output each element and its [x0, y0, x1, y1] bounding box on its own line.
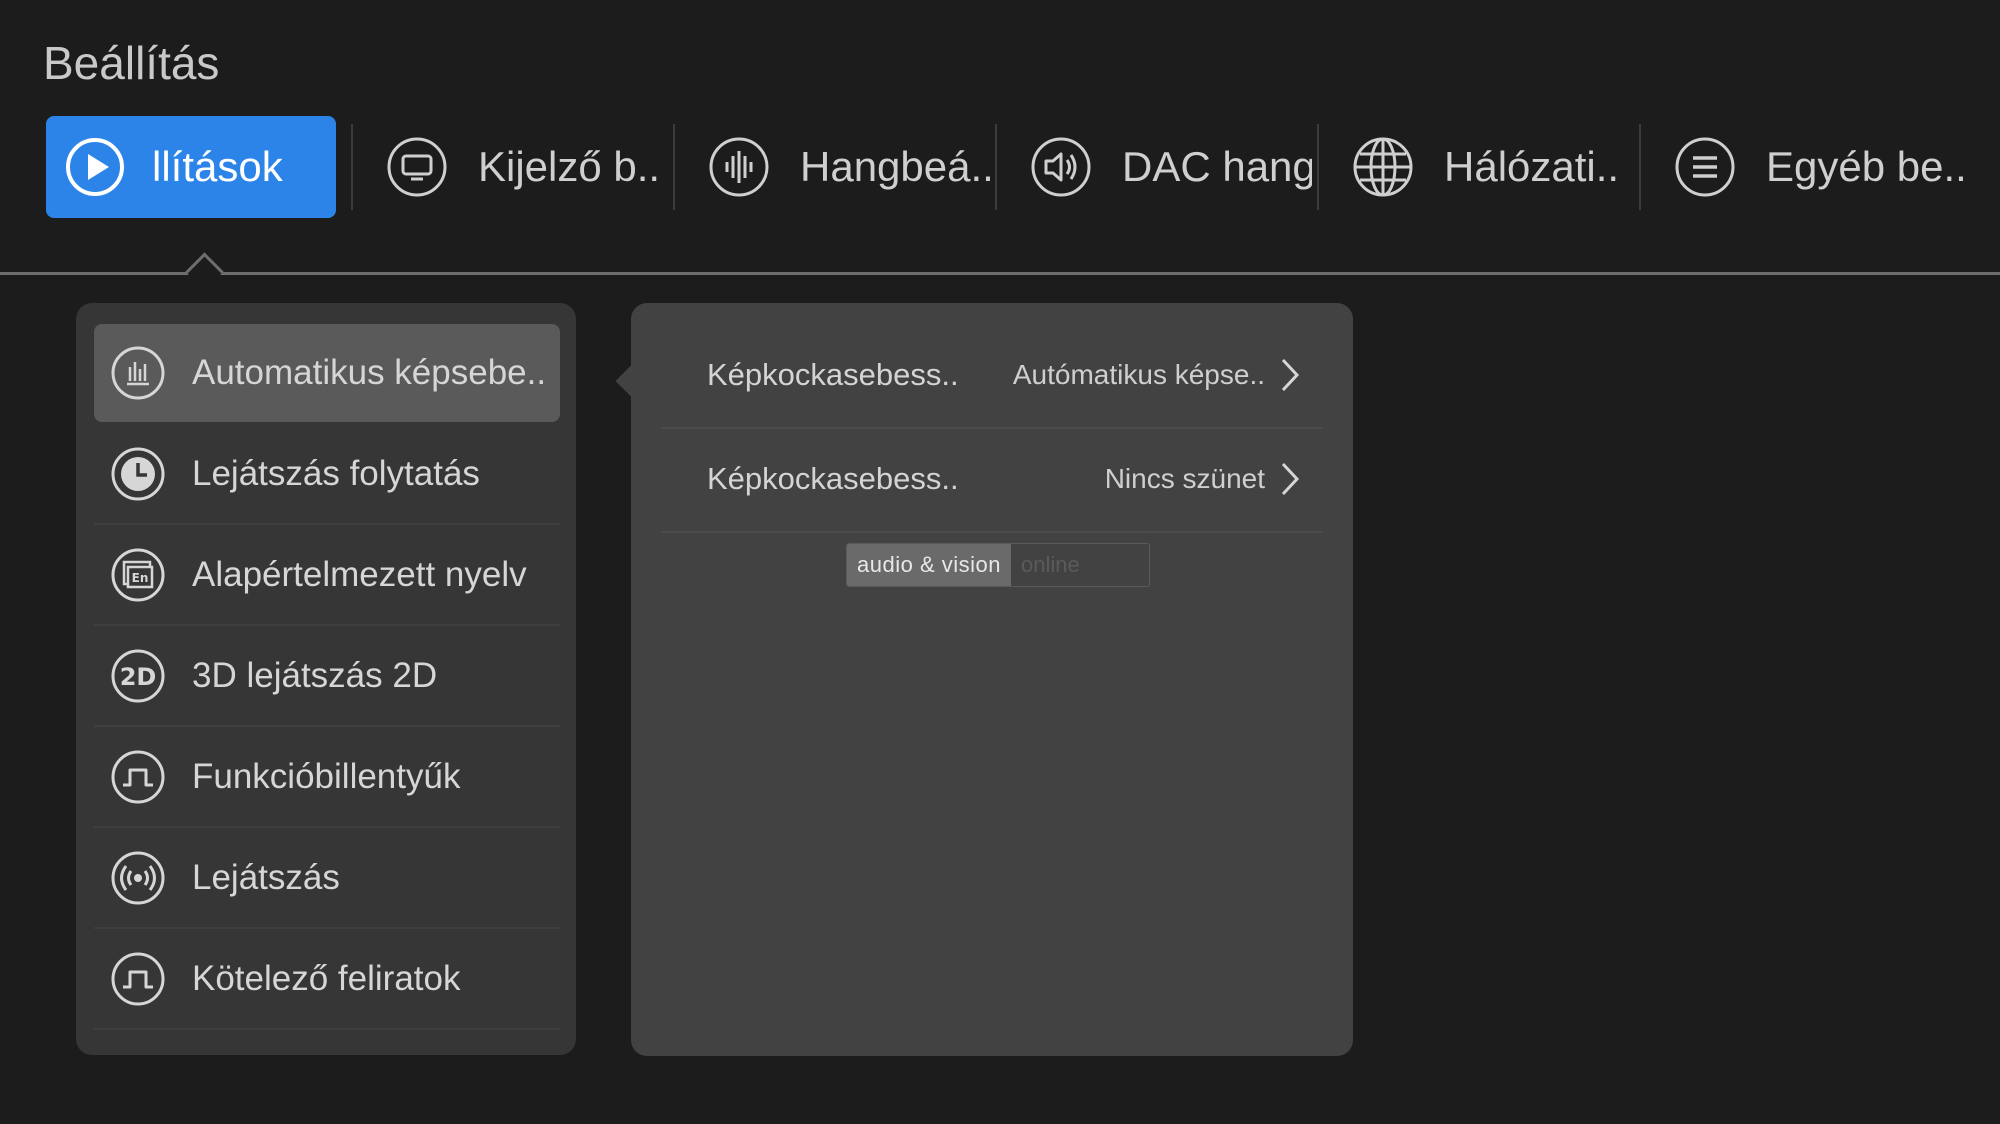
menu-item-label: Lejátszás	[192, 858, 340, 897]
play-circle-icon	[66, 138, 124, 196]
chevron-right-icon	[1281, 358, 1300, 392]
detail-row-label: Képkockasebess..	[707, 357, 959, 392]
detail-row-framerate[interactable]: Képkockasebess.. Autómatikus képse..	[661, 323, 1323, 429]
menu-item-function-keys[interactable]: Funkcióbillentyűk	[94, 728, 560, 828]
watermark-text-secondary: online	[1020, 552, 1080, 577]
watermark-logo: audio & vision online	[846, 543, 1150, 587]
monitor-icon	[387, 137, 447, 197]
watermark-text-primary: audio & vision	[847, 544, 1011, 586]
menu-item-resume-playback[interactable]: Lejátszás folytatás	[94, 425, 560, 525]
2d-icon: 2D	[111, 649, 165, 703]
tab-label: llítások	[152, 143, 283, 190]
language-en-icon: En	[111, 548, 165, 602]
menu-item-label: Lejátszás folytatás	[192, 454, 480, 493]
detail-row-label: Képkockasebess..	[707, 461, 959, 496]
menu-lines-icon	[1675, 137, 1735, 197]
menu-item-auto-framerate[interactable]: Automatikus képsebe..	[94, 324, 560, 422]
menu-item-label: Kötelező feliratok	[192, 959, 461, 998]
broadcast-icon	[111, 851, 165, 905]
pulse-key-icon	[111, 750, 165, 804]
svg-text:En: En	[132, 571, 149, 585]
bar-chart-icon	[111, 346, 165, 400]
menu-item-label: 3D lejátszás 2D	[192, 656, 438, 695]
tab-playback-settings[interactable]: llítások	[46, 116, 336, 218]
tab-other-settings[interactable]: Egyéb be..	[1656, 116, 1966, 218]
speaker-icon	[1031, 137, 1091, 197]
sound-wave-icon	[709, 137, 769, 197]
tab-label: Hálózati..	[1444, 143, 1620, 190]
settings-menu-panel: Automatikus képsebe.. Lejátszás folytatá…	[76, 303, 576, 1055]
tab-dac-sound[interactable]: DAC hang	[1012, 116, 1312, 218]
menu-item-default-language[interactable]: En Alapértelmezett nyelv	[94, 526, 560, 626]
clock-icon	[111, 447, 165, 501]
detail-row-value: Nincs szünet	[1104, 463, 1265, 494]
tab-label: Hangbeá..	[800, 143, 990, 190]
tab-divider-line	[0, 272, 2000, 275]
pulse-key-icon	[111, 952, 165, 1006]
menu-item-forced-subtitles[interactable]: Kötelező feliratok	[94, 930, 560, 1030]
page-title: Beállítás	[43, 37, 220, 89]
detail-row-framerate-pause[interactable]: Képkockasebess.. Nincs szünet	[661, 427, 1323, 533]
active-tab-caret	[185, 252, 224, 291]
detail-panel: Képkockasebess.. Autómatikus képse.. Kép…	[631, 303, 1353, 1056]
detail-row-value: Autómatikus képse..	[1012, 359, 1265, 390]
menu-item-label: Automatikus képsebe..	[192, 353, 547, 392]
tab-sound-settings[interactable]: Hangbeá..	[690, 116, 990, 218]
menu-item-label: Alapértelmezett nyelv	[192, 555, 527, 594]
tab-label: DAC hang	[1122, 143, 1312, 190]
menu-item-label: Funkcióbillentyűk	[192, 757, 461, 796]
tab-label: Kijelző b..	[478, 143, 661, 190]
top-tab-bar: llítások Kijelző b.. Hangbeá.. DAC hang …	[46, 116, 1966, 218]
chevron-right-icon	[1281, 462, 1300, 496]
globe-icon	[1353, 137, 1413, 197]
svg-text:2D: 2D	[120, 663, 157, 691]
tab-network-settings[interactable]: Hálózati..	[1334, 116, 1634, 218]
menu-item-playback[interactable]: Lejátszás	[94, 829, 560, 929]
menu-item-3d-to-2d[interactable]: 2D 3D lejátszás 2D	[94, 627, 560, 727]
tab-display-settings[interactable]: Kijelző b..	[368, 116, 668, 218]
tab-label: Egyéb be..	[1766, 143, 1966, 190]
